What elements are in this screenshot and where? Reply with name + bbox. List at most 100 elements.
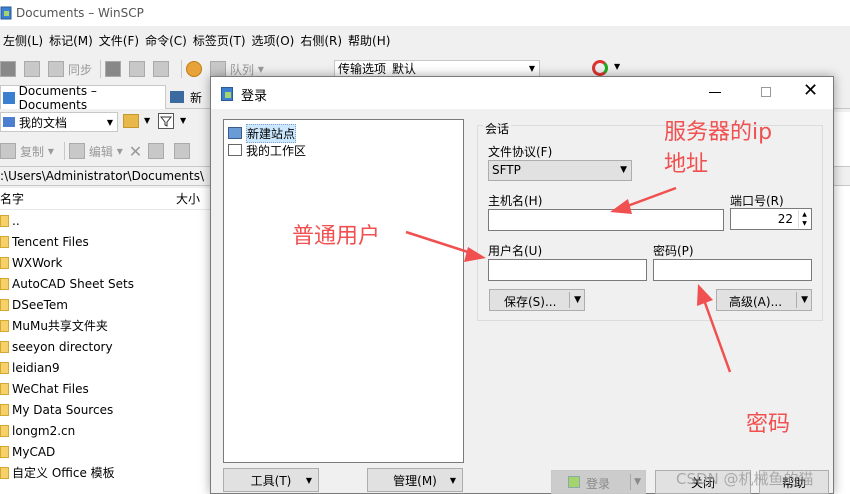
sync-button[interactable]: 同步 bbox=[48, 59, 92, 79]
tab-new-session[interactable]: 新 bbox=[170, 85, 202, 109]
remote-path-bar-edge bbox=[834, 166, 850, 186]
synchronize-icon[interactable] bbox=[592, 60, 608, 76]
minimize-icon[interactable] bbox=[709, 92, 721, 93]
menu-options[interactable]: 选项(O) bbox=[249, 32, 298, 49]
manage-button[interactable]: 管理(M) ▼ bbox=[367, 468, 463, 492]
site-tree-workspace[interactable]: 我的工作区 bbox=[228, 142, 306, 158]
file-name: DSeeTem bbox=[12, 297, 68, 312]
column-header-name[interactable]: 名字 bbox=[0, 190, 176, 207]
file-row[interactable]: .. bbox=[0, 210, 212, 231]
copy-button[interactable]: 复制 ▾ bbox=[0, 143, 54, 160]
chevron-down-icon[interactable]: ▼ bbox=[614, 62, 620, 71]
tools-button[interactable]: 工具(T) ▼ bbox=[223, 468, 319, 492]
save-button[interactable]: 保存(S)... ▼ bbox=[489, 289, 585, 311]
split-divider bbox=[796, 292, 797, 308]
menu-mark[interactable]: 标记(M) bbox=[46, 32, 96, 49]
login-dialog-icon bbox=[221, 87, 233, 101]
column-header-size[interactable]: 大小 bbox=[176, 190, 212, 207]
file-row[interactable]: Tencent Files bbox=[0, 231, 212, 252]
folder-icon bbox=[0, 235, 9, 248]
rename-button[interactable] bbox=[148, 143, 168, 159]
annotation-server-ip-line1: 服务器的ip bbox=[664, 120, 773, 145]
maximize-icon[interactable] bbox=[761, 87, 771, 97]
open-folder-icon[interactable] bbox=[123, 114, 139, 128]
protocol-select[interactable]: SFTP ▼ bbox=[488, 160, 632, 181]
site-tree[interactable]: 新建站点 我的工作区 bbox=[223, 119, 464, 463]
port-spinner[interactable]: ▲ ▼ bbox=[798, 210, 810, 228]
file-row[interactable]: 自定义 Office 模板 bbox=[0, 462, 212, 483]
console-button[interactable] bbox=[105, 59, 125, 79]
toolbar-separator bbox=[63, 142, 65, 160]
folder-icon bbox=[0, 466, 9, 479]
file-name: Tencent Files bbox=[12, 234, 89, 249]
edit-button[interactable]: 编辑 ▾ bbox=[68, 143, 123, 160]
tab-documents[interactable]: Documents – Documents bbox=[0, 84, 166, 112]
new-session-icon bbox=[170, 91, 184, 103]
password-input[interactable] bbox=[653, 259, 812, 281]
close-icon[interactable]: ✕ bbox=[803, 81, 818, 101]
login-button[interactable]: 登录 ▼ bbox=[551, 470, 646, 494]
menubar: 左侧(L) 标记(M) 文件(F) 命令(C) 标签页(T) 选项(O) 右侧(… bbox=[0, 29, 850, 51]
annotation-password: 密码 bbox=[746, 412, 791, 437]
computer-icon bbox=[3, 91, 15, 104]
chevron-down-icon[interactable]: ▼ bbox=[180, 116, 186, 125]
delete-button[interactable]: ✕ bbox=[129, 142, 142, 161]
putty-button[interactable] bbox=[129, 59, 149, 79]
local-path-bar: :\Users\Administrator\Documents\ bbox=[0, 166, 212, 186]
file-row[interactable]: seeyon directory bbox=[0, 336, 212, 357]
filter-icon[interactable] bbox=[158, 113, 174, 129]
refresh-button[interactable] bbox=[153, 59, 173, 79]
file-row[interactable]: longm2.cn bbox=[0, 420, 212, 441]
login-icon bbox=[568, 476, 580, 488]
file-row[interactable]: WXWork bbox=[0, 252, 212, 273]
file-row[interactable]: My Data Sources bbox=[0, 399, 212, 420]
host-input[interactable] bbox=[488, 209, 724, 231]
tools-button-label: 工具(T) bbox=[250, 473, 292, 488]
file-list-header: 名字 大小 bbox=[0, 188, 212, 210]
local-actions-toolbar: 复制 ▾ 编辑 ▾ ✕ bbox=[0, 140, 212, 162]
chevron-down-icon[interactable]: ▼ bbox=[574, 295, 581, 305]
username-input[interactable] bbox=[488, 259, 647, 281]
file-row[interactable]: WeChat Files bbox=[0, 378, 212, 399]
sync-browse-button[interactable] bbox=[24, 59, 44, 79]
file-name: leidian9 bbox=[12, 360, 60, 375]
username-label: 用户名(U) bbox=[488, 244, 543, 258]
window-title: Documents – WinSCP bbox=[16, 6, 144, 20]
split-divider bbox=[569, 292, 570, 308]
advanced-button[interactable]: 高级(A)... ▼ bbox=[716, 289, 812, 311]
folder-up-icon bbox=[0, 214, 9, 227]
site-tree-new-site[interactable]: 新建站点 bbox=[228, 123, 297, 143]
preferences-button[interactable] bbox=[186, 59, 206, 79]
menu-help[interactable]: 帮助(H) bbox=[345, 32, 393, 49]
toolbar-separator bbox=[100, 60, 102, 78]
menu-right[interactable]: 右侧(R) bbox=[297, 32, 345, 49]
chevron-down-icon[interactable]: ▼ bbox=[144, 116, 150, 125]
menu-left[interactable]: 左侧(L) bbox=[0, 32, 46, 49]
chevron-down-icon: ▼ bbox=[449, 476, 456, 485]
dialog-title: 登录 bbox=[241, 89, 268, 104]
file-row[interactable]: MuMu共享文件夹 bbox=[0, 315, 212, 336]
local-file-list[interactable]: 名字 大小 .. Tencent Files WXWork AutoCAD Sh… bbox=[0, 188, 212, 494]
transfer-options-label: 传输选项 bbox=[338, 62, 387, 76]
chevron-down-icon: ▼ bbox=[305, 476, 312, 485]
edit-icon bbox=[68, 143, 85, 159]
local-path-combo-label: 我的文档 bbox=[19, 115, 68, 130]
rename-icon bbox=[148, 143, 165, 159]
file-name: My Data Sources bbox=[12, 402, 114, 417]
menu-command[interactable]: 命令(C) bbox=[142, 32, 190, 49]
file-row[interactable]: DSeeTem bbox=[0, 294, 212, 315]
file-row[interactable]: MyCAD bbox=[0, 441, 212, 462]
chevron-down-icon[interactable]: ▼ bbox=[801, 295, 808, 305]
manage-button-label: 管理(M) bbox=[393, 473, 437, 488]
menu-file[interactable]: 文件(F) bbox=[96, 32, 142, 49]
file-name: MyCAD bbox=[12, 444, 56, 459]
chevron-down-icon[interactable]: ▼ bbox=[634, 477, 641, 487]
local-path-combo[interactable]: 我的文档 ▼ bbox=[0, 112, 118, 132]
compare-dirs-button[interactable] bbox=[0, 59, 20, 79]
menu-tabs[interactable]: 标签页(T) bbox=[190, 32, 249, 49]
tab-new-label: 新 bbox=[190, 90, 203, 105]
file-row[interactable]: leidian9 bbox=[0, 357, 212, 378]
file-name: 自定义 Office 模板 bbox=[12, 466, 115, 480]
properties-button[interactable] bbox=[174, 143, 194, 159]
file-row[interactable]: AutoCAD Sheet Sets bbox=[0, 273, 212, 294]
